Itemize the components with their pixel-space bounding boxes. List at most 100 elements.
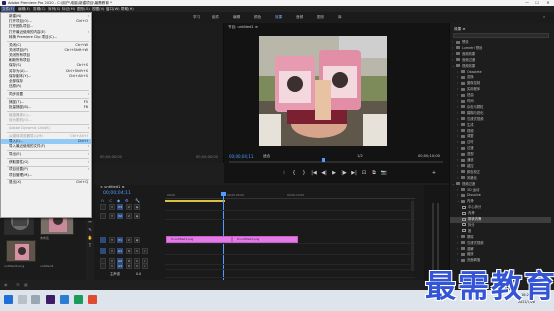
list-view-icon[interactable]: ☰ — [16, 282, 20, 287]
file-menu-item[interactable]: 批量捕捉(B)... F6 — [1, 105, 91, 110]
track-target-toggle[interactable] — [100, 263, 106, 269]
mic-icon[interactable]: ♪ — [142, 263, 148, 269]
workspace-tab-audio[interactable]: 音频 — [296, 15, 303, 20]
solo-icon[interactable]: S — [134, 248, 140, 254]
type-tool-icon[interactable]: T — [87, 243, 93, 249]
icon-view-icon[interactable]: ▦ — [24, 282, 28, 287]
mic-icon[interactable]: ♪ — [142, 248, 148, 254]
folder-icon — [461, 134, 465, 138]
timeline-playhead[interactable] — [221, 192, 226, 196]
track-lane-a3[interactable] — [165, 262, 415, 270]
button-editor-icon[interactable]: + — [430, 168, 438, 178]
workspace-tab-effects[interactable]: 效果 — [275, 15, 282, 20]
timeline-tab[interactable]: × untitled1 ≡ — [100, 185, 124, 189]
effect-label: 过时 — [467, 140, 474, 145]
sync-lock-icon[interactable]: ⇄ — [126, 204, 132, 210]
track-target-toggle[interactable] — [100, 213, 106, 219]
workspace-tab-edit[interactable]: 编辑 — [233, 15, 240, 20]
lock-icon[interactable]: ⊓ — [109, 204, 115, 210]
timeline-clip[interactable]: fx untitled1.png — [166, 236, 232, 243]
effect-label: 视频效果 — [462, 63, 476, 68]
effect-label: 模糊与锐化 — [467, 110, 484, 115]
extract-button[interactable]: ⧉ — [370, 168, 378, 178]
lock-icon[interactable]: ⊓ — [109, 213, 115, 219]
lock-icon[interactable]: ⊓ — [109, 237, 115, 243]
file-menu-item[interactable]: 同步设置 › — [1, 92, 91, 97]
workspace-tab-learn[interactable]: 学习 — [193, 15, 200, 20]
mark-out-button[interactable]: } — [300, 168, 308, 178]
eye-icon[interactable]: ◉ — [134, 237, 140, 243]
pen-tool-icon[interactable]: ✎ — [87, 227, 93, 233]
sync-lock-icon[interactable]: ⇄ — [126, 213, 132, 219]
program-timecode[interactable]: 00;00;04;11 — [229, 154, 253, 159]
task-view-icon[interactable] — [31, 295, 40, 304]
step-forward-button[interactable]: |▶ — [340, 168, 348, 178]
track-lane-主声道[interactable] — [165, 270, 415, 278]
file-menu-item[interactable]: 退出(X) Ctrl+Q — [1, 180, 91, 185]
step-back-button[interactable]: ◀| — [320, 168, 328, 178]
play-button[interactable]: ▶ — [330, 168, 338, 178]
slip-tool-icon[interactable]: ↔ — [87, 219, 93, 225]
workspace-tab-libraries[interactable]: 库 — [338, 15, 342, 20]
master-volume-value[interactable]: 0.0 — [136, 270, 141, 278]
effects-panel-title[interactable]: 效果 ≡ — [454, 27, 465, 32]
mark-in-button[interactable]: { — [290, 168, 298, 178]
timeline-clip[interactable]: fx untitled1.png — [232, 236, 298, 243]
track-name[interactable]: V1 — [117, 237, 123, 243]
program-monitor-tab[interactable]: 节目: untitled1 ≡ — [228, 25, 258, 30]
solo-icon[interactable]: S — [134, 263, 140, 269]
lock-icon[interactable]: ⊓ — [109, 248, 115, 254]
work-area-bar[interactable] — [165, 200, 225, 202]
timeline-timecode[interactable]: 00;00;04;11 — [103, 191, 131, 196]
wechat-taskbar-icon[interactable] — [74, 295, 83, 304]
sync-lock-icon[interactable]: ⇄ — [126, 237, 132, 243]
workspace-tab-color[interactable]: 颜色 — [254, 15, 261, 20]
track-header-a3: ⊓ A3 M S ♪ — [100, 262, 162, 270]
workspace-tab-graphics[interactable]: 图形 — [317, 15, 324, 20]
premiere-taskbar-icon[interactable] — [46, 295, 55, 304]
lock-icon[interactable]: ⊓ — [109, 263, 115, 269]
file-menu-item: Adobe Dynamic Link(K) › — [1, 126, 91, 131]
lift-button[interactable]: ⊡ — [360, 168, 368, 178]
file-menu-item[interactable]: 获取属性(G) › — [1, 160, 91, 165]
resolution-select[interactable]: 1/2 — [357, 154, 363, 158]
add-marker-button[interactable]: ⧘ — [280, 168, 288, 178]
file-menu-item[interactable]: 导出(E) › — [1, 152, 91, 157]
track-target-toggle[interactable] — [100, 204, 106, 210]
zoom-fit-select[interactable]: 适合 — [263, 154, 270, 159]
effect-label: 变换 — [467, 75, 474, 80]
mute-icon[interactable]: M — [126, 263, 132, 269]
search-icon[interactable] — [18, 295, 27, 304]
effects-search-input[interactable] — [453, 33, 549, 38]
workspace-overflow-icon[interactable]: » — [543, 15, 545, 19]
track-lane-v2[interactable] — [165, 212, 415, 220]
track-name[interactable]: V3 — [117, 204, 123, 210]
export-frame-icon[interactable]: 📷 — [380, 168, 388, 178]
eye-icon[interactable]: ◉ — [134, 204, 140, 210]
file-menu-item[interactable]: 转换 Premiere Clip 项目(C)... — [1, 35, 91, 40]
project-thumb-untitled2[interactable] — [6, 240, 36, 262]
file-menu-item[interactable]: 导入最近使用的文件(F) › — [1, 144, 91, 149]
app-taskbar-icon[interactable] — [88, 295, 97, 304]
track-name[interactable]: A1 — [117, 248, 123, 254]
windows-start-icon[interactable] — [4, 295, 13, 304]
go-to-out-button[interactable]: ▶| — [350, 168, 358, 178]
track-name[interactable]: V2 — [117, 213, 123, 219]
file-menu-item[interactable]: 项目管理(M)... — [1, 173, 91, 178]
file-menu-item[interactable]: 还原(R) — [1, 84, 91, 89]
hand-tool-icon[interactable]: ✋ — [87, 235, 93, 241]
ruler-tick-label: 00;00;05;00 — [227, 193, 245, 197]
mute-icon[interactable]: M — [126, 248, 132, 254]
folder-icon — [456, 182, 460, 186]
track-target-toggle[interactable] — [100, 237, 106, 243]
track-lane-v3[interactable] — [165, 203, 415, 211]
workspace-tab-assembly[interactable]: 组件 — [212, 15, 219, 20]
track-target-toggle[interactable] — [100, 248, 106, 254]
go-to-in-button[interactable]: |◀ — [310, 168, 318, 178]
track-name[interactable]: A3 — [117, 263, 123, 269]
track-lane-a1[interactable] — [165, 247, 415, 255]
eye-icon[interactable]: ◉ — [134, 213, 140, 219]
program-playhead[interactable] — [322, 158, 326, 162]
program-scrub-bar[interactable] — [229, 161, 443, 163]
word-taskbar-icon[interactable] — [60, 295, 69, 304]
